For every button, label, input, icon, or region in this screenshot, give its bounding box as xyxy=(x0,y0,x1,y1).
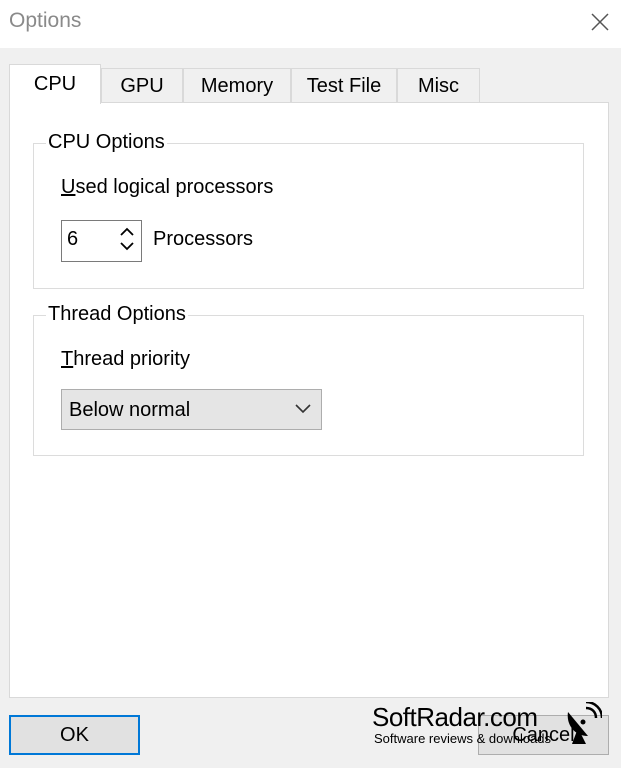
cpu-options-group: CPU Options Used logical processors 6 Pr… xyxy=(33,131,584,289)
close-icon xyxy=(591,13,609,31)
tab-gpu[interactable]: GPU xyxy=(101,68,183,103)
spinner-arrows-icon[interactable] xyxy=(118,224,136,254)
window-title: Options xyxy=(9,9,82,32)
tab-label: CPU xyxy=(33,73,77,95)
tab-label: Test File xyxy=(306,74,382,97)
title-bar: Options xyxy=(0,0,621,48)
watermark-title: SoftRadar.com xyxy=(372,702,538,732)
processors-spinner[interactable]: 6 xyxy=(61,220,142,262)
cpu-options-group-label: CPU Options xyxy=(46,131,167,154)
processors-label: Used logical processors xyxy=(61,176,274,198)
thread-priority-value: Below normal xyxy=(69,399,191,421)
ok-button[interactable]: OK xyxy=(9,715,140,755)
thread-priority-label: Thread priority xyxy=(61,348,190,370)
tab-label: Memory xyxy=(200,74,274,97)
processors-value: 6 xyxy=(67,228,79,250)
watermark-subtitle: Software reviews & downloads xyxy=(374,731,552,746)
tab-panel-cpu: CPU Options Used logical processors 6 Pr… xyxy=(9,102,609,698)
close-button[interactable] xyxy=(580,2,620,42)
tab-label: Misc xyxy=(417,74,460,97)
processors-unit-label: Processors xyxy=(153,228,254,250)
thread-options-group: Thread Options Thread priority Below nor… xyxy=(33,303,584,456)
tab-label: GPU xyxy=(120,74,164,97)
tab-memory[interactable]: Memory xyxy=(183,68,291,103)
thread-priority-select[interactable]: Below normal xyxy=(61,389,322,430)
tab-test-file[interactable]: Test File xyxy=(291,68,397,103)
satellite-dish-icon xyxy=(567,702,602,744)
chevron-down-icon xyxy=(295,404,311,414)
thread-options-group-label: Thread Options xyxy=(46,303,188,326)
tab-misc[interactable]: Misc xyxy=(397,68,480,103)
tab-cpu[interactable]: CPU xyxy=(9,64,101,104)
ok-button-label: OK xyxy=(60,723,89,746)
softradar-watermark: SoftRadar.com Software reviews & downloa… xyxy=(370,702,610,752)
